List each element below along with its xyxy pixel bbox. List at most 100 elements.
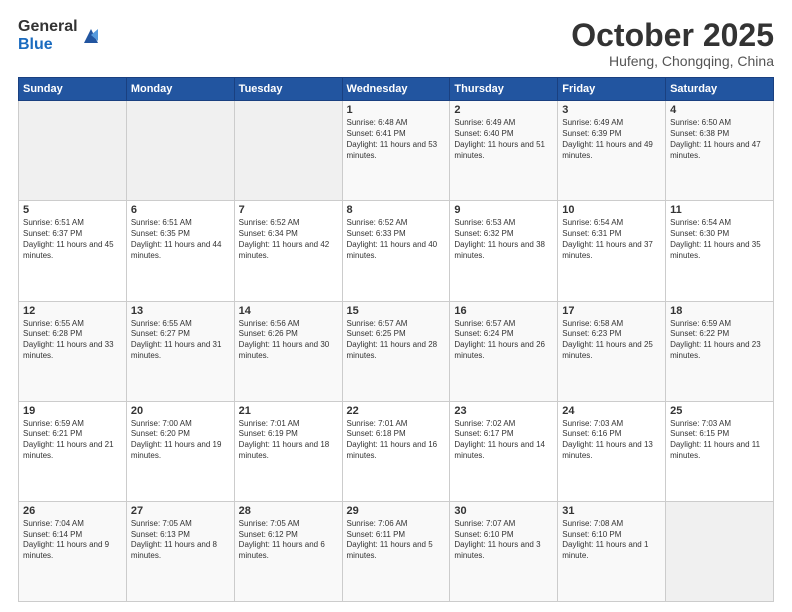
day-number: 25 (670, 405, 769, 417)
cell-content: Sunrise: 7:03 AMSunset: 6:15 PMDaylight:… (670, 419, 769, 462)
cell-content: Sunrise: 7:06 AMSunset: 6:11 PMDaylight:… (347, 519, 446, 562)
calendar-cell: 13 Sunrise: 6:55 AMSunset: 6:27 PMDayligh… (126, 301, 234, 401)
week-row-5: 26 Sunrise: 7:04 AMSunset: 6:14 PMDayligh… (19, 501, 774, 601)
day-number: 12 (23, 305, 122, 317)
calendar-cell: 8 Sunrise: 6:52 AMSunset: 6:33 PMDaylight… (342, 201, 450, 301)
day-number: 2 (454, 104, 553, 116)
header-row: SundayMondayTuesdayWednesdayThursdayFrid… (19, 78, 774, 101)
day-number: 11 (670, 204, 769, 216)
calendar-cell: 14 Sunrise: 6:56 AMSunset: 6:26 PMDayligh… (234, 301, 342, 401)
day-number: 4 (670, 104, 769, 116)
day-number: 3 (562, 104, 661, 116)
day-number: 22 (347, 405, 446, 417)
calendar-cell (234, 101, 342, 201)
cell-content: Sunrise: 6:54 AMSunset: 6:30 PMDaylight:… (670, 218, 769, 261)
week-row-2: 5 Sunrise: 6:51 AMSunset: 6:37 PMDaylight… (19, 201, 774, 301)
calendar-cell: 20 Sunrise: 7:00 AMSunset: 6:20 PMDayligh… (126, 401, 234, 501)
calendar-cell: 31 Sunrise: 7:08 AMSunset: 6:10 PMDayligh… (558, 501, 666, 601)
day-number: 7 (239, 204, 338, 216)
day-number: 27 (131, 505, 230, 517)
cell-content: Sunrise: 6:54 AMSunset: 6:31 PMDaylight:… (562, 218, 661, 261)
header-day-thursday: Thursday (450, 78, 558, 101)
calendar-cell: 18Sunrise: 6:59 AMSunset: 6:22 PMDayligh… (666, 301, 774, 401)
calendar-cell (666, 501, 774, 601)
logo-icon (80, 25, 102, 47)
calendar-cell: 12Sunrise: 6:55 AMSunset: 6:28 PMDayligh… (19, 301, 127, 401)
cell-content: Sunrise: 6:51 AMSunset: 6:35 PMDaylight:… (131, 218, 230, 261)
calendar-cell: 7Sunrise: 6:52 AMSunset: 6:34 PMDaylight… (234, 201, 342, 301)
cell-content: Sunrise: 7:08 AMSunset: 6:10 PMDaylight:… (562, 519, 661, 562)
cell-content: Sunrise: 7:04 AMSunset: 6:14 PMDaylight:… (23, 519, 122, 562)
cell-content: Sunrise: 7:05 AMSunset: 6:12 PMDaylight:… (239, 519, 338, 562)
cell-content: Sunrise: 6:53 AMSunset: 6:32 PMDaylight:… (454, 218, 553, 261)
day-number: 14 (239, 305, 338, 317)
title-block: October 2025 Hufeng, Chongqing, China (571, 18, 774, 69)
cell-content: Sunrise: 7:03 AMSunset: 6:16 PMDaylight:… (562, 419, 661, 462)
header-day-sunday: Sunday (19, 78, 127, 101)
day-number: 9 (454, 204, 553, 216)
cell-content: Sunrise: 7:02 AMSunset: 6:17 PMDaylight:… (454, 419, 553, 462)
cell-content: Sunrise: 6:55 AMSunset: 6:27 PMDaylight:… (131, 319, 230, 362)
day-number: 24 (562, 405, 661, 417)
calendar-cell: 3 Sunrise: 6:49 AMSunset: 6:39 PMDaylight… (558, 101, 666, 201)
calendar-cell: 19 Sunrise: 6:59 AMSunset: 6:21 PMDayligh… (19, 401, 127, 501)
day-number: 6 (131, 204, 230, 216)
calendar-cell: 9 Sunrise: 6:53 AMSunset: 6:32 PMDaylight… (450, 201, 558, 301)
logo-blue: Blue (18, 36, 78, 54)
calendar-cell: 1 Sunrise: 6:48 AMSunset: 6:41 PMDaylight… (342, 101, 450, 201)
calendar-cell: 17 Sunrise: 6:58 AMSunset: 6:23 PMDayligh… (558, 301, 666, 401)
cell-content: Sunrise: 6:58 AMSunset: 6:23 PMDaylight:… (562, 319, 661, 362)
calendar-cell: 29 Sunrise: 7:06 AMSunset: 6:11 PMDayligh… (342, 501, 450, 601)
location-subtitle: Hufeng, Chongqing, China (571, 53, 774, 69)
day-number: 17 (562, 305, 661, 317)
day-number: 10 (562, 204, 661, 216)
day-number: 19 (23, 405, 122, 417)
day-number: 30 (454, 505, 553, 517)
cell-content: Sunrise: 6:49 AMSunset: 6:39 PMDaylight:… (562, 118, 661, 161)
calendar-cell: 16 Sunrise: 6:57 AMSunset: 6:24 PMDayligh… (450, 301, 558, 401)
day-number: 26 (23, 505, 122, 517)
cell-content: Sunrise: 6:51 AMSunset: 6:37 PMDaylight:… (23, 218, 122, 261)
calendar-cell: 23 Sunrise: 7:02 AMSunset: 6:17 PMDayligh… (450, 401, 558, 501)
week-row-1: 1 Sunrise: 6:48 AMSunset: 6:41 PMDaylight… (19, 101, 774, 201)
calendar-cell: 30 Sunrise: 7:07 AMSunset: 6:10 PMDayligh… (450, 501, 558, 601)
cell-content: Sunrise: 6:50 AMSunset: 6:38 PMDaylight:… (670, 118, 769, 161)
day-number: 8 (347, 204, 446, 216)
calendar-cell: 4 Sunrise: 6:50 AMSunset: 6:38 PMDaylight… (666, 101, 774, 201)
day-number: 5 (23, 204, 122, 216)
header-day-wednesday: Wednesday (342, 78, 450, 101)
calendar-cell: 15Sunrise: 6:57 AMSunset: 6:25 PMDayligh… (342, 301, 450, 401)
cell-content: Sunrise: 6:56 AMSunset: 6:26 PMDaylight:… (239, 319, 338, 362)
header-day-tuesday: Tuesday (234, 78, 342, 101)
calendar-cell: 22 Sunrise: 7:01 AMSunset: 6:18 PMDayligh… (342, 401, 450, 501)
day-number: 29 (347, 505, 446, 517)
cell-content: Sunrise: 7:00 AMSunset: 6:20 PMDaylight:… (131, 419, 230, 462)
calendar-cell: 27Sunrise: 7:05 AMSunset: 6:13 PMDayligh… (126, 501, 234, 601)
header-day-friday: Friday (558, 78, 666, 101)
logo-general: General (18, 18, 78, 36)
day-number: 16 (454, 305, 553, 317)
calendar-cell: 28Sunrise: 7:05 AMSunset: 6:12 PMDayligh… (234, 501, 342, 601)
month-title: October 2025 (571, 18, 774, 53)
cell-content: Sunrise: 6:57 AMSunset: 6:25 PMDaylight:… (347, 319, 446, 362)
day-number: 23 (454, 405, 553, 417)
cell-content: Sunrise: 6:52 AMSunset: 6:33 PMDaylight:… (347, 218, 446, 261)
calendar-cell: 21Sunrise: 7:01 AMSunset: 6:19 PMDayligh… (234, 401, 342, 501)
week-row-4: 19 Sunrise: 6:59 AMSunset: 6:21 PMDayligh… (19, 401, 774, 501)
cell-content: Sunrise: 6:57 AMSunset: 6:24 PMDaylight:… (454, 319, 553, 362)
cell-content: Sunrise: 6:59 AMSunset: 6:21 PMDaylight:… (23, 419, 122, 462)
day-number: 31 (562, 505, 661, 517)
calendar-cell: 10 Sunrise: 6:54 AMSunset: 6:31 PMDayligh… (558, 201, 666, 301)
day-number: 1 (347, 104, 446, 116)
calendar-cell: 26 Sunrise: 7:04 AMSunset: 6:14 PMDayligh… (19, 501, 127, 601)
cell-content: Sunrise: 6:59 AMSunset: 6:22 PMDaylight:… (670, 319, 769, 362)
cell-content: Sunrise: 7:07 AMSunset: 6:10 PMDaylight:… (454, 519, 553, 562)
day-number: 13 (131, 305, 230, 317)
cell-content: Sunrise: 7:01 AMSunset: 6:18 PMDaylight:… (347, 419, 446, 462)
header: General Blue October 2025 Hufeng, Chongq… (18, 18, 774, 69)
calendar-cell: 11 Sunrise: 6:54 AMSunset: 6:30 PMDayligh… (666, 201, 774, 301)
header-day-monday: Monday (126, 78, 234, 101)
cell-content: Sunrise: 6:48 AMSunset: 6:41 PMDaylight:… (347, 118, 446, 161)
day-number: 20 (131, 405, 230, 417)
header-day-saturday: Saturday (666, 78, 774, 101)
